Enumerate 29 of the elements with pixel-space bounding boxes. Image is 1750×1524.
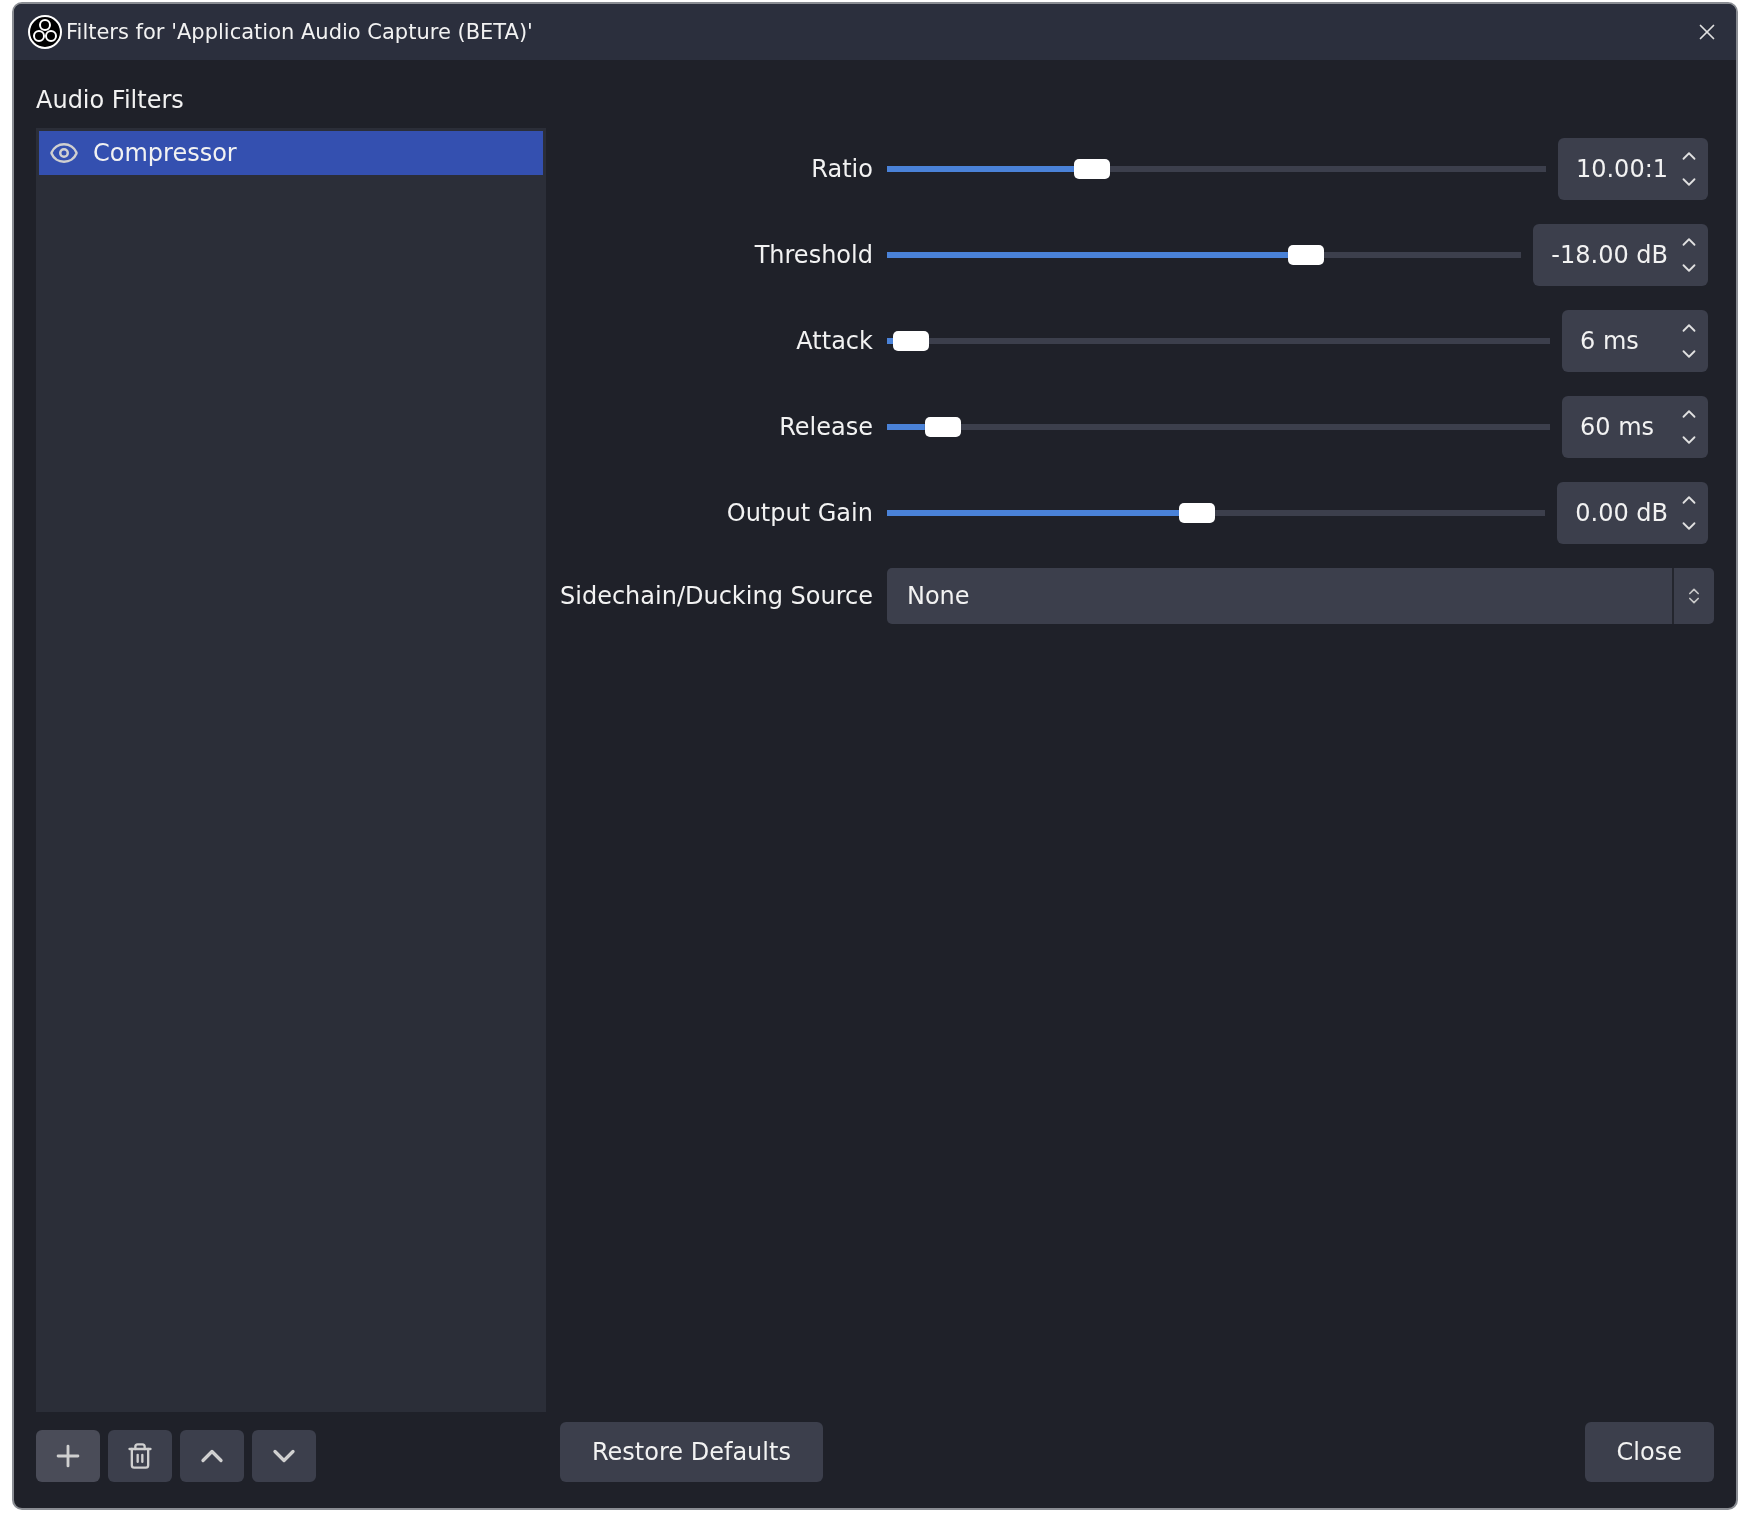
- app-logo-icon: [28, 15, 62, 49]
- setting-label: Threshold: [753, 241, 873, 269]
- filter-name: Compressor: [93, 139, 237, 167]
- close-button[interactable]: Close: [1584, 1422, 1714, 1482]
- trash-icon: [126, 1442, 154, 1470]
- spin-box[interactable]: 0.00 dB: [1557, 482, 1708, 544]
- add-button[interactable]: [36, 1430, 100, 1482]
- setting-label: Output Gain: [725, 499, 873, 527]
- spin-box[interactable]: 6 ms: [1562, 310, 1708, 372]
- delete-button[interactable]: [108, 1430, 172, 1482]
- slider-thumb[interactable]: [1179, 503, 1216, 523]
- restore-defaults-button[interactable]: Restore Defaults: [560, 1422, 823, 1482]
- panel-heading: Audio Filters: [36, 86, 185, 114]
- setting-label: Sidechain/Ducking Source: [560, 582, 873, 610]
- setting-label: Attack: [795, 327, 873, 355]
- slider-thumb[interactable]: [1073, 159, 1110, 179]
- window-title: Filters for 'Application Audio Capture (BETA)': [66, 20, 534, 44]
- slider-thumb[interactable]: [893, 331, 930, 351]
- source-dropdown[interactable]: None: [886, 568, 1714, 624]
- spin-box[interactable]: 60 ms: [1562, 396, 1708, 458]
- move-down-button[interactable]: [252, 1430, 316, 1482]
- spin-box[interactable]: 10.00:1: [1557, 138, 1708, 200]
- spin-box[interactable]: -18.00 dB: [1533, 224, 1708, 286]
- setting-label: Release: [778, 413, 873, 441]
- slider-thumb[interactable]: [924, 417, 961, 437]
- setting-label: Ratio: [810, 155, 873, 183]
- move-up-button[interactable]: [180, 1430, 244, 1482]
- filter-item[interactable]: Compressor: [39, 131, 543, 175]
- slider-thumb[interactable]: [1287, 245, 1324, 265]
